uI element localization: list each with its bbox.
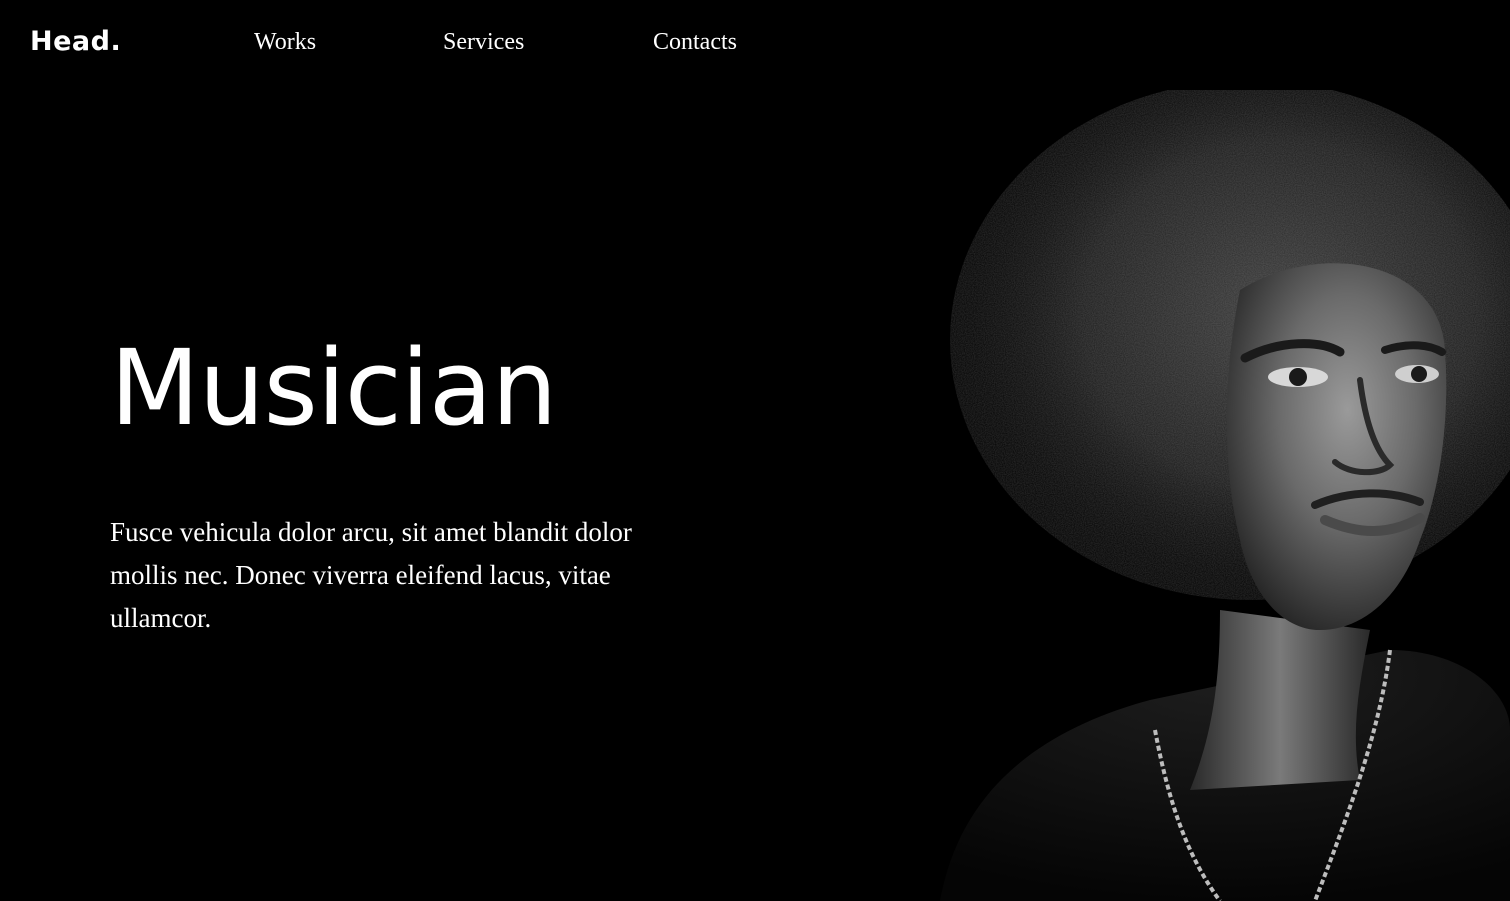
portrait-illustration xyxy=(940,90,1510,901)
hero-title: Musician xyxy=(110,327,557,449)
nav-link-contacts[interactable]: Contacts xyxy=(653,26,737,58)
hero-description: Fusce vehicula dolor arcu, sit amet blan… xyxy=(110,517,632,633)
nav-link-services[interactable]: Services xyxy=(443,26,524,58)
logo[interactable]: Head. xyxy=(30,24,121,60)
site-header: Head. Works Services Contacts xyxy=(0,0,1510,86)
nav-link-works[interactable]: Works xyxy=(254,26,316,58)
hero-portrait-image xyxy=(920,90,1510,901)
